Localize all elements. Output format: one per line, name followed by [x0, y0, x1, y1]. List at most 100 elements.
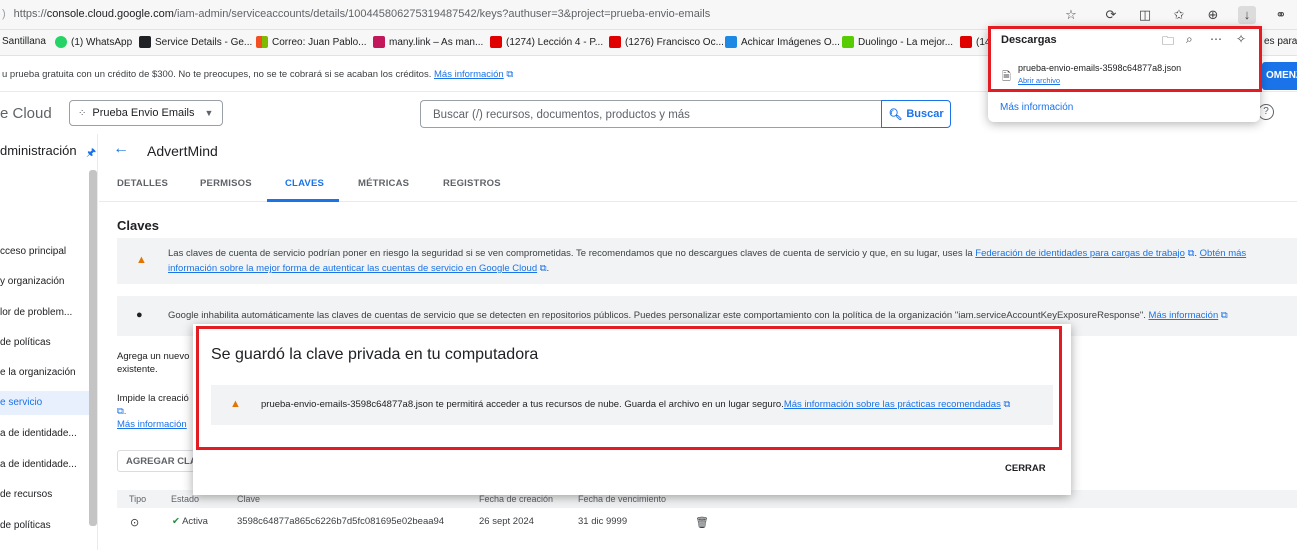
status-badge: ✔ Activa: [172, 516, 208, 527]
key-expires: 31 dic 9999: [578, 516, 628, 527]
favorite-star-icon[interactable]: ☆: [1062, 6, 1080, 24]
warning-icon: ▲: [136, 254, 147, 266]
sidebar-scrollbar[interactable]: [89, 170, 97, 526]
help-icon[interactable]: ?: [1258, 104, 1274, 120]
bookmark-item[interactable]: (1276) Francisco Oc...: [609, 36, 724, 48]
section-title: Claves: [117, 218, 159, 233]
youtube-icon: [490, 36, 502, 48]
split-screen-icon[interactable]: ◫: [1136, 6, 1154, 24]
cloud-logo[interactable]: e Cloud: [0, 105, 52, 122]
sidebar-item[interactable]: y organización: [0, 276, 64, 287]
pin-icon[interactable]: 🖈︎: [86, 144, 96, 163]
folder-icon[interactable]: 🗀︎: [1162, 32, 1174, 53]
favorites-icon[interactable]: ✩: [1170, 6, 1188, 24]
microsoft-icon: [256, 36, 268, 48]
search-icon[interactable]: ⌕: [1186, 32, 1193, 47]
auth-info-link-start[interactable]: Obtén más: [1200, 248, 1246, 259]
bookmark-item[interactable]: (1) WhatsApp: [55, 36, 132, 48]
prevent-more-info-link[interactable]: Más información: [117, 419, 187, 430]
extensions-icon[interactable]: ⟳: [1102, 6, 1120, 24]
column-type: Tipo: [129, 494, 147, 504]
warning-alert: ▲ Las claves de cuenta de servicio podrí…: [117, 238, 1297, 284]
bookmark-item[interactable]: es para...: [1264, 36, 1297, 47]
auth-info-link[interactable]: información sobre la mejor forma de aute…: [168, 263, 537, 274]
close-button[interactable]: CERRAR: [1005, 463, 1046, 474]
check-circle-icon: ✔: [172, 516, 180, 527]
downloads-panel: Descargas 🗀︎ ⌕ ⋯ ✧ 🗎︎ prueba-envio-email…: [988, 26, 1260, 122]
column-status: Estado: [171, 494, 200, 504]
url-scheme: https://: [13, 8, 47, 20]
info-icon: ●: [136, 309, 143, 321]
collections-icon[interactable]: ⊕: [1204, 6, 1222, 24]
external-link-icon: ⧉: [539, 263, 547, 274]
duolingo-icon: [842, 36, 854, 48]
workload-identity-link[interactable]: Federación de identidades para cargas de…: [975, 248, 1185, 259]
dialog-title: Se guardó la clave privada en tu computa…: [211, 346, 539, 363]
tab-keys[interactable]: CLAVES: [285, 178, 324, 189]
youtube-icon: [609, 36, 621, 48]
download-file-name[interactable]: prueba-envio-emails-3598c64877a8.json: [1018, 63, 1181, 73]
bookmark-item[interactable]: Correo: Juan Pablo...: [256, 36, 367, 48]
external-link-icon: ⧉: [1187, 248, 1195, 259]
url-text[interactable]: ) https://console.cloud.google.com/iam-ad…: [2, 8, 710, 20]
bookmark-item[interactable]: (1274) Lección 4 - P...: [490, 36, 603, 48]
downloads-more-info-link[interactable]: Más información: [1000, 102, 1073, 113]
best-practices-link[interactable]: Más información sobre las prácticas reco…: [784, 399, 1001, 410]
bookmark-item[interactable]: (14: [960, 36, 990, 48]
sidebar-item[interactable]: e la organización: [0, 367, 76, 378]
sidebar-item[interactable]: de políticas: [0, 337, 51, 348]
key-id: 3598c64877a865c6226b7d5fc081695e02beaa94: [237, 516, 445, 527]
more-options-icon[interactable]: ⋯: [1210, 32, 1222, 46]
copilot-icon[interactable]: ⚭: [1272, 6, 1290, 24]
bookmark-item[interactable]: Duolingo - La mejor...: [842, 36, 953, 48]
key-type-icon: ⊙: [130, 517, 140, 529]
key-saved-dialog: Se guardó la clave privada en tu computa…: [193, 324, 1071, 495]
trial-more-info-link[interactable]: Más información: [434, 69, 504, 80]
pin-icon[interactable]: ✧: [1236, 32, 1246, 46]
sidebar-item[interactable]: a de identidade...: [0, 459, 77, 470]
column-key: Clave: [237, 494, 261, 504]
tab-details[interactable]: DETALLES: [117, 178, 168, 189]
tab-metrics[interactable]: MÉTRICAS: [358, 178, 409, 189]
column-expires: Fecha de vencimiento: [578, 494, 667, 504]
url-host: console.cloud.google.com: [46, 8, 174, 20]
open-file-link[interactable]: Abrir archivo: [1018, 76, 1060, 85]
project-selector[interactable]: ⁘ Prueba Envio Emails ▼: [69, 100, 223, 126]
activate-button[interactable]: OMENZA: [1262, 62, 1297, 90]
add-key-description: Agrega un nuevo existente.: [117, 351, 190, 375]
tab-logs[interactable]: REGISTROS: [443, 178, 501, 189]
tab-permissions[interactable]: PERMISOS: [200, 178, 252, 189]
sidebar: dministración 🖈︎ cceso principal y organ…: [0, 134, 98, 550]
back-arrow-icon[interactable]: ←: [113, 140, 129, 158]
sidebar-item[interactable]: de políticas: [0, 520, 51, 531]
tab-bar: DETALLES PERMISOS CLAVES MÉTRICAS REGIST…: [99, 170, 1297, 202]
external-link-icon: ⧉: [1003, 399, 1011, 410]
external-link-icon: ⧉.: [117, 406, 127, 417]
sidebar-item[interactable]: cceso principal: [0, 246, 66, 257]
bookmark-item[interactable]: many.link – As man...: [373, 36, 483, 48]
sidebar-item[interactable]: a de identidade...: [0, 428, 77, 439]
downloads-icon[interactable]: ↓: [1238, 6, 1256, 24]
sidebar-item-service-accounts[interactable]: e servicio: [0, 391, 90, 415]
sidebar-item[interactable]: de recursos: [0, 489, 52, 500]
search-icon: 🔍︎: [888, 108, 903, 121]
youtube-icon: [960, 36, 972, 48]
url-path: /iam-admin/serviceaccounts/details/10044…: [173, 8, 711, 20]
delete-icon[interactable]: 🗑︎: [695, 516, 709, 529]
manylink-icon: [373, 36, 385, 48]
trial-text: u prueba gratuita con un crédito de $300…: [2, 69, 514, 80]
sidebar-item[interactable]: lor de problem...: [0, 307, 72, 318]
add-key-button[interactable]: AGREGAR CLAVE: [117, 450, 195, 472]
bookmark-item[interactable]: Santillana: [2, 36, 46, 47]
project-name: Prueba Envio Emails: [92, 107, 195, 119]
warning-message: Las claves de cuenta de servicio podrían…: [168, 248, 1247, 274]
image-tool-icon: [725, 36, 737, 48]
sidebar-title: dministración: [0, 143, 77, 158]
column-created: Fecha de creación: [479, 494, 554, 504]
bookmark-item[interactable]: Service Details - Ge...: [139, 36, 252, 48]
search-button[interactable]: 🔍︎ Buscar: [881, 100, 951, 128]
bookmark-item[interactable]: Achicar Imágenes O...: [725, 36, 840, 48]
info-more-link[interactable]: Más información: [1149, 310, 1219, 321]
dialog-message: prueba-envio-emails-3598c64877a8.json te…: [261, 399, 1011, 410]
search-input[interactable]: Buscar (/) recursos, documentos, product…: [420, 100, 882, 128]
